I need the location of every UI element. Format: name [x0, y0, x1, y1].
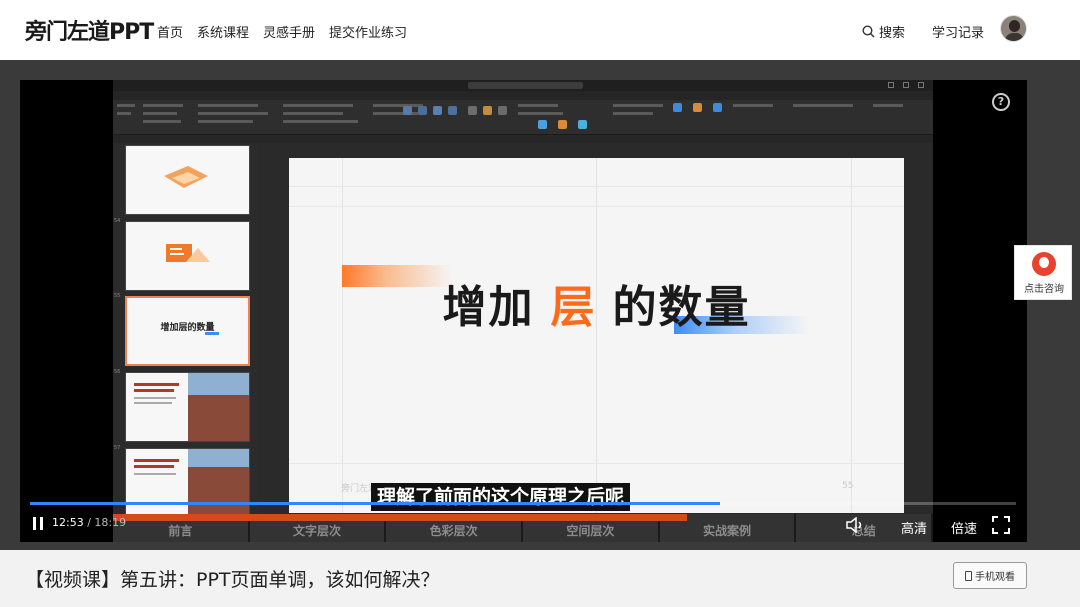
slide-thumbnail-selected: 增加层的数量: [125, 296, 250, 366]
current-time: 12:53: [52, 516, 84, 529]
time-display: 12:53 / 18:19: [52, 516, 127, 529]
customer-service-icon: [1032, 252, 1056, 276]
slide-thumbnail-pane: 54 55 增加层的数量 56 57: [113, 143, 258, 520]
slide-number: 55: [114, 293, 121, 299]
nav-item-courses[interactable]: 系统课程: [197, 22, 249, 41]
video-player[interactable]: 54 55 增加层的数量 56 57 增加 层 的数量 旁门左道 55 ? 理解…: [20, 80, 1027, 542]
quality-button[interactable]: 高清: [901, 518, 927, 537]
video-progress-bar[interactable]: [30, 502, 1016, 505]
chapter-progress-fill: [113, 514, 687, 521]
pause-icon: [33, 517, 36, 530]
site-header: 旁门左道PPT 首页 系统课程 灵感手册 提交作业练习 搜索 学习记录: [0, 0, 1080, 60]
video-title: 【视频课】第五讲：PPT页面单调，该如何解决？: [25, 569, 440, 591]
pause-button[interactable]: [32, 517, 46, 530]
slide-page-number: 55: [842, 481, 854, 491]
nav-item-inspiration[interactable]: 灵感手册: [263, 22, 315, 41]
slide-title-highlight: 层: [550, 282, 597, 333]
ppt-title-bar: [113, 80, 933, 91]
main-nav: 首页 系统课程 灵感手册 提交作业练习: [157, 22, 407, 41]
video-frame-powerpoint: 54 55 增加层的数量 56 57 增加 层 的数量 旁门左道 55: [113, 80, 933, 520]
search-button[interactable]: 搜索: [862, 22, 905, 41]
site-logo[interactable]: 旁门左道PPT: [25, 14, 154, 46]
slide-editing-canvas: 增加层的数量 旁门左道 55: [263, 143, 933, 520]
video-progress-fill: [30, 502, 721, 505]
speed-button[interactable]: 倍速: [951, 518, 977, 537]
ppt-ribbon: [113, 100, 933, 135]
mobile-watch-button[interactable]: 手机观看: [953, 562, 1027, 589]
slide-title: 增加层的数量: [442, 282, 751, 333]
search-label: 搜索: [879, 26, 906, 41]
mobile-watch-label: 手机观看: [975, 572, 1015, 583]
duration: 18:19: [94, 516, 127, 529]
study-history-link[interactable]: 学习记录: [932, 22, 984, 41]
search-icon: [862, 25, 875, 38]
slide-thumbnail: [125, 448, 250, 518]
help-icon[interactable]: ?: [992, 93, 1010, 111]
video-subtitle: 理解了前面的这个原理之后呢: [371, 483, 631, 511]
fullscreen-icon[interactable]: [992, 516, 1010, 534]
slide-number: 56: [114, 369, 121, 375]
nav-item-homework[interactable]: 提交作业练习: [329, 22, 407, 41]
phone-icon: [965, 570, 972, 581]
slide-thumbnail: [125, 372, 250, 442]
consult-label: 点击咨询: [1024, 284, 1064, 295]
ppt-quick-toolbar: [113, 135, 933, 143]
slide-number: 54: [114, 218, 121, 224]
ppt-menu-bar: [113, 91, 933, 106]
volume-icon[interactable]: [846, 517, 866, 533]
slide-number: 57: [114, 445, 121, 451]
consult-button[interactable]: 点击咨询: [1014, 245, 1072, 300]
slide-thumbnail: [125, 145, 250, 215]
slide-thumbnail: [125, 221, 250, 291]
nav-item-home[interactable]: 首页: [157, 22, 183, 41]
thumbnail-title: 增加层的数量: [160, 323, 215, 333]
user-avatar[interactable]: [1000, 15, 1027, 42]
current-slide: 增加层的数量 旁门左道 55: [289, 158, 904, 513]
